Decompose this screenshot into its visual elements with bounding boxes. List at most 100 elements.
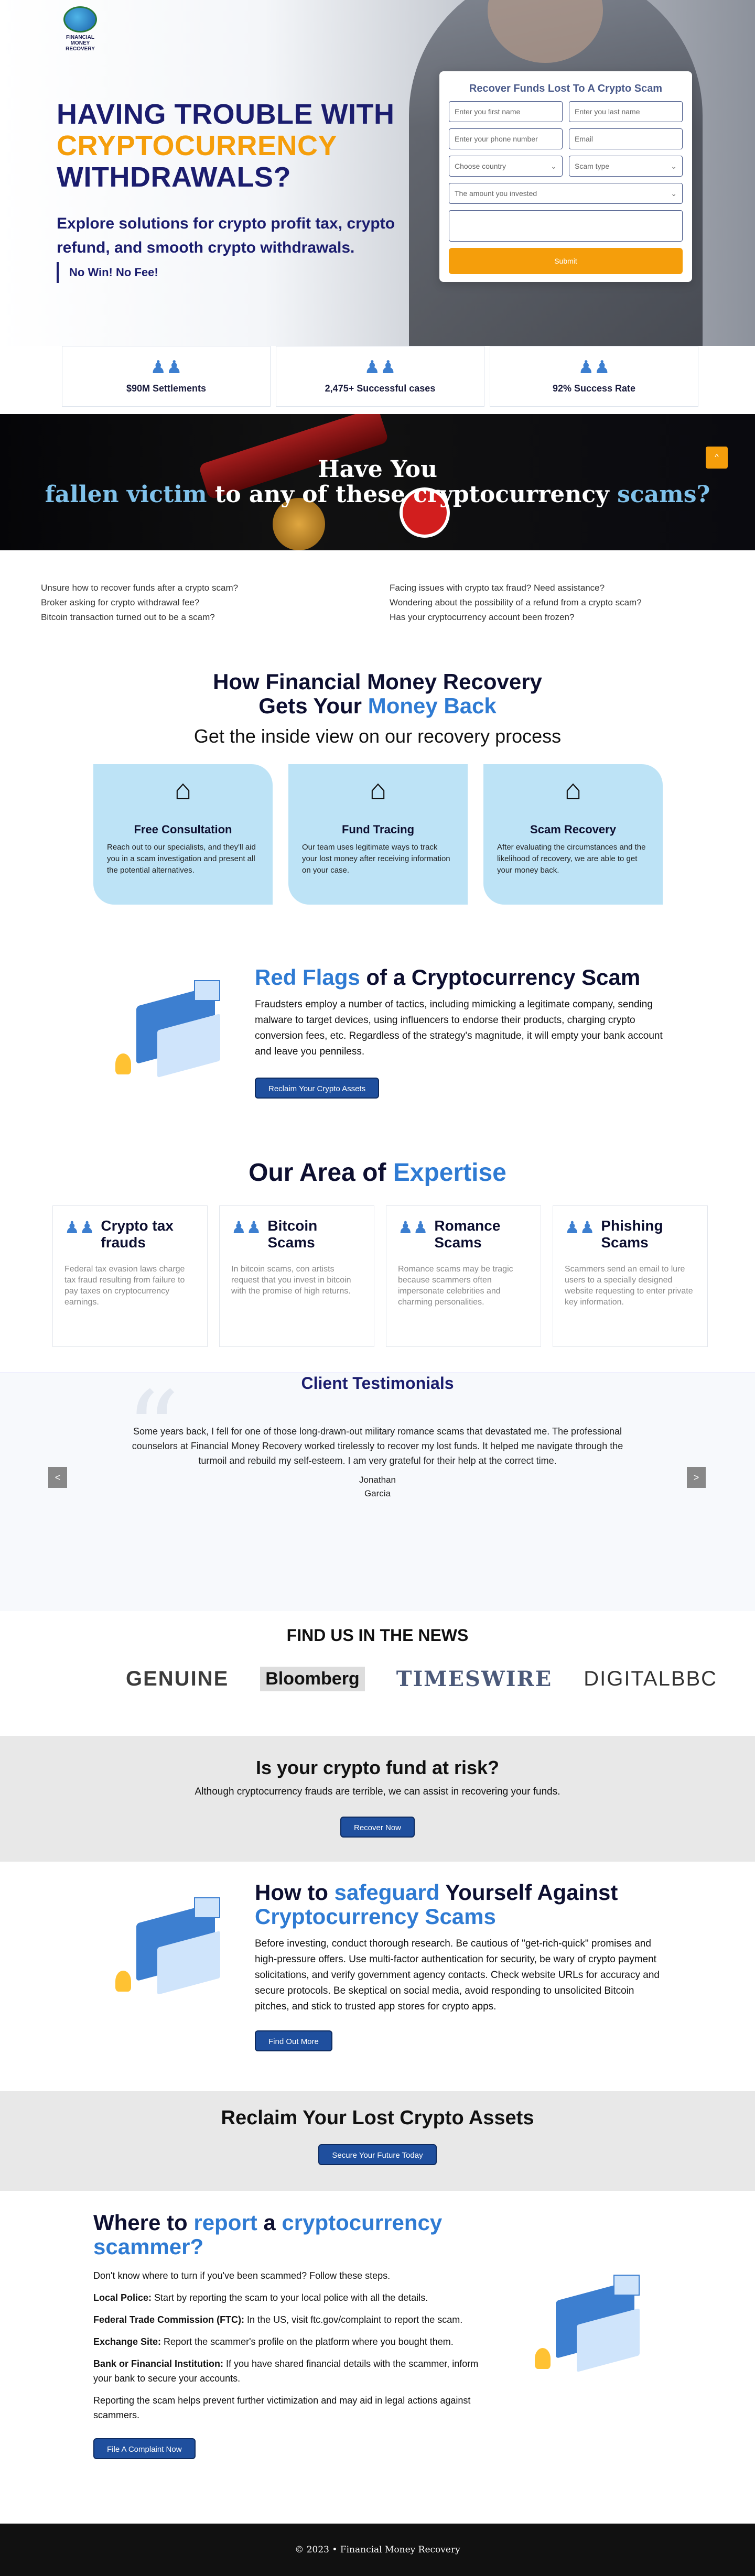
risk-text: Although cryptocurrency frauds are terri… [195, 1786, 560, 1797]
report-item-label: Federal Trade Commission (FTC): [93, 2314, 245, 2325]
next-arrow-button[interactable]: > [687, 1467, 706, 1488]
safeguard-section: How to safeguard Yourself Against Crypto… [255, 1881, 664, 2051]
illus-chart [613, 2275, 640, 2296]
safeguard-title-b: safeguard [334, 1880, 440, 1905]
expertise-card-text: Scammers send an email to lure users to … [565, 1265, 693, 1307]
logo-text: FINANCIAL MONEY RECOVERY [66, 35, 95, 52]
email-field[interactable]: Email [569, 128, 683, 149]
report-item: Federal Trade Commission (FTC): In the U… [93, 2312, 487, 2327]
red-flags-text: Fraudsters employ a number of tactics, i… [255, 999, 663, 1057]
banner-line1: Have You [318, 456, 437, 483]
hero-title-line2: CRYPTOCURRENCY [57, 130, 338, 161]
report-section: Where to report a cryptocurrency scammer… [93, 2211, 487, 2459]
process-card: ⌂ Free Consultation Reach out to our speci… [93, 764, 273, 905]
safeguard-title-c: Yourself Against [439, 1880, 618, 1905]
report-illustration [524, 2269, 650, 2406]
expertise-title-a: Our Area of [249, 1159, 393, 1187]
news-title: FIND US IN THE NEWS [286, 1626, 469, 1645]
report-item: Bank or Financial Institution: If you ha… [93, 2356, 487, 2386]
red-flags-title: Red Flags of a Cryptocurrency Scam [255, 965, 664, 990]
report-intro: Don't know where to turn if you've been … [93, 2270, 391, 2281]
risk-section: Is your crypto fund at risk? Although cr… [0, 1736, 755, 1862]
lightbulb-icon [535, 2348, 551, 2369]
list-item: Has your cryptocurrency account been fro… [390, 612, 575, 622]
question-list: Unsure how to recover funds after a cryp… [41, 581, 717, 625]
card-text: After evaluating the circumstances and t… [497, 843, 646, 875]
hero-tagline: No Win! No Fee! [57, 262, 158, 283]
users-icon: ♟♟ [64, 1218, 95, 1237]
process-subtitle: Get the inside view on our recovery proc… [193, 725, 562, 747]
submit-button[interactable]: Submit [449, 248, 683, 274]
safeguard-title-a: How to [255, 1880, 335, 1905]
card-text: Reach out to our specialists, and they'l… [107, 843, 256, 875]
recovery-form: Recover Funds Lost To A Crypto Scam Ente… [439, 71, 692, 282]
house-dollar-icon: ⌂ [369, 774, 387, 806]
users-icon: ♟♟ [150, 357, 182, 377]
report-title-a: Where to [93, 2210, 194, 2235]
testimonial-text: Some years back, I fell for one of those… [132, 1426, 623, 1466]
report-item-label: Bank or Financial Institution: [93, 2358, 224, 2369]
stat-card: ♟♟ $90M Settlements [62, 346, 271, 407]
author-first-name: Jonathan [359, 1475, 396, 1485]
safeguard-title: How to safeguard Yourself Against Crypto… [255, 1881, 664, 1929]
footer-text: © 2023 • Financial Money Recovery [295, 2545, 460, 2555]
risk-title: Is your crypto fund at risk? [255, 1757, 500, 1778]
list-item: Wondering about the possibility of a ref… [390, 597, 642, 607]
testimonials-title: Client Testimonials [301, 1374, 454, 1393]
process-title-highlight: Money Back [368, 693, 497, 718]
phone-field[interactable]: Enter your phone number [449, 128, 563, 149]
message-textarea[interactable] [449, 210, 683, 242]
scroll-top-button[interactable]: ^ [706, 447, 728, 469]
country-select[interactable]: Choose country ⌄ [449, 156, 563, 177]
reclaim-assets-button[interactable]: Reclaim Your Crypto Assets [255, 1078, 380, 1099]
hero-title: HAVING TROUBLE WITH CRYPTOCURRENCY WITHD… [57, 99, 434, 193]
expertise-grid: ♟♟ Crypto tax frauds Federal tax evasion l… [52, 1205, 708, 1347]
hero-title-line1: HAVING TROUBLE WITH [57, 99, 395, 130]
hero-title-line3: WITHDRAWALS? [57, 161, 291, 193]
safeguard-title-d: Cryptocurrency Scams [255, 1904, 496, 1929]
report-title-b: report [193, 2210, 257, 2235]
stats-bar: ♟♟ $90M Settlements ♟♟ 2,475+ Successful c… [62, 346, 698, 407]
safeguard-illustration [105, 1892, 231, 2028]
report-item-text: Report the scammer's profile on the plat… [161, 2336, 454, 2347]
file-complaint-button[interactable]: File A Complaint Now [93, 2438, 196, 2459]
chevron-down-icon: ⌄ [551, 161, 557, 170]
expertise-card-title: Phishing Scams [601, 1218, 663, 1251]
report-item: Local Police: Start by reporting the sca… [93, 2290, 487, 2305]
card-text: Our team uses legitimate ways to track y… [302, 843, 450, 875]
illus-chart [194, 1897, 220, 1918]
house-dollar-icon: ⌂ [564, 774, 582, 806]
reclaim-title: Reclaim Your Lost Crypto Assets [221, 2107, 534, 2129]
secure-future-button[interactable]: Secure Your Future Today [318, 2144, 437, 2165]
report-title-c: a [257, 2210, 282, 2235]
expertise-card: ♟♟ Bitcoin Scams In bitcoin scams, con art… [219, 1205, 374, 1347]
expertise-title: Our Area of Expertise [0, 1158, 755, 1187]
banner-line2: fallen victim to any of these cryptocurr… [0, 481, 755, 508]
report-item-text: In the US, visit ftc.gov/complaint to re… [244, 2314, 463, 2325]
prev-arrow-button[interactable]: < [48, 1467, 67, 1488]
expertise-card: ♟♟ Crypto tax frauds Federal tax evasion l… [52, 1205, 208, 1347]
list-item: Unsure how to recover funds after a cryp… [41, 583, 239, 593]
list-item: Facing issues with crypto tax fraud? Nee… [390, 583, 605, 593]
hero-section: FINANCIAL MONEY RECOVERY HAVING TROUBLE … [0, 0, 755, 346]
chevron-down-icon: ⌄ [671, 189, 677, 198]
house-dollar-icon: ⌂ [174, 774, 192, 806]
process-title-line1: How Financial Money Recovery [213, 669, 542, 694]
lightbulb-icon [115, 1971, 131, 1992]
users-icon: ♟♟ [578, 357, 610, 377]
amount-select[interactable]: The amount you invested ⌄ [449, 183, 683, 204]
bloomberg-logo: Bloomberg [260, 1667, 365, 1691]
expertise-card-text: Romance scams may be tragic because scam… [398, 1265, 513, 1307]
red-flags-illustration [105, 975, 231, 1111]
find-out-more-button[interactable]: Find Out More [255, 2030, 332, 2051]
report-item: Exchange Site: Report the scammer's prof… [93, 2334, 487, 2349]
card-title: Scam Recovery [530, 823, 616, 836]
report-item-label: Exchange Site: [93, 2336, 161, 2347]
site-logo[interactable]: FINANCIAL MONEY RECOVERY [57, 6, 104, 52]
first-name-field[interactable]: Enter you first name [449, 101, 563, 122]
scam-type-select[interactable]: Scam type ⌄ [569, 156, 683, 177]
recover-now-button[interactable]: Recover Now [340, 1817, 415, 1838]
genuine-logo: GENUINE [126, 1667, 229, 1690]
process-card: ⌂ Scam Recovery After evaluating the circu… [483, 764, 663, 905]
last-name-field[interactable]: Enter you last name [569, 101, 683, 122]
